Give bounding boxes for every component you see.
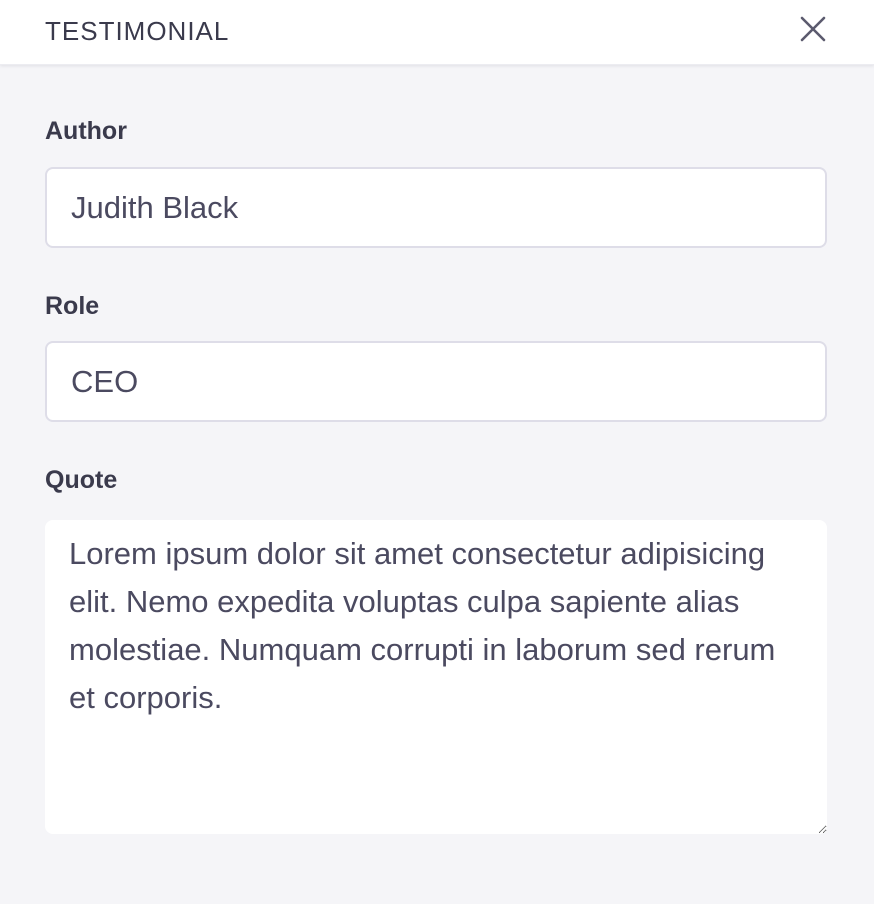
- role-label: Role: [45, 292, 100, 320]
- author-field[interactable]: [45, 167, 827, 248]
- role-field[interactable]: [45, 341, 827, 422]
- author-label: Author: [45, 117, 127, 145]
- close-icon: [800, 16, 826, 42]
- close-button[interactable]: [796, 12, 830, 46]
- panel-header: TESTIMONIAL: [0, 0, 874, 65]
- quote-textarea[interactable]: Lorem ipsum dolor sit amet consectetur a…: [45, 520, 827, 834]
- quote-label: Quote: [45, 466, 118, 494]
- panel-title: TESTIMONIAL: [45, 16, 230, 46]
- testimonial-panel: TESTIMONIAL Author Role Quote Lorem ipsu…: [0, 0, 874, 904]
